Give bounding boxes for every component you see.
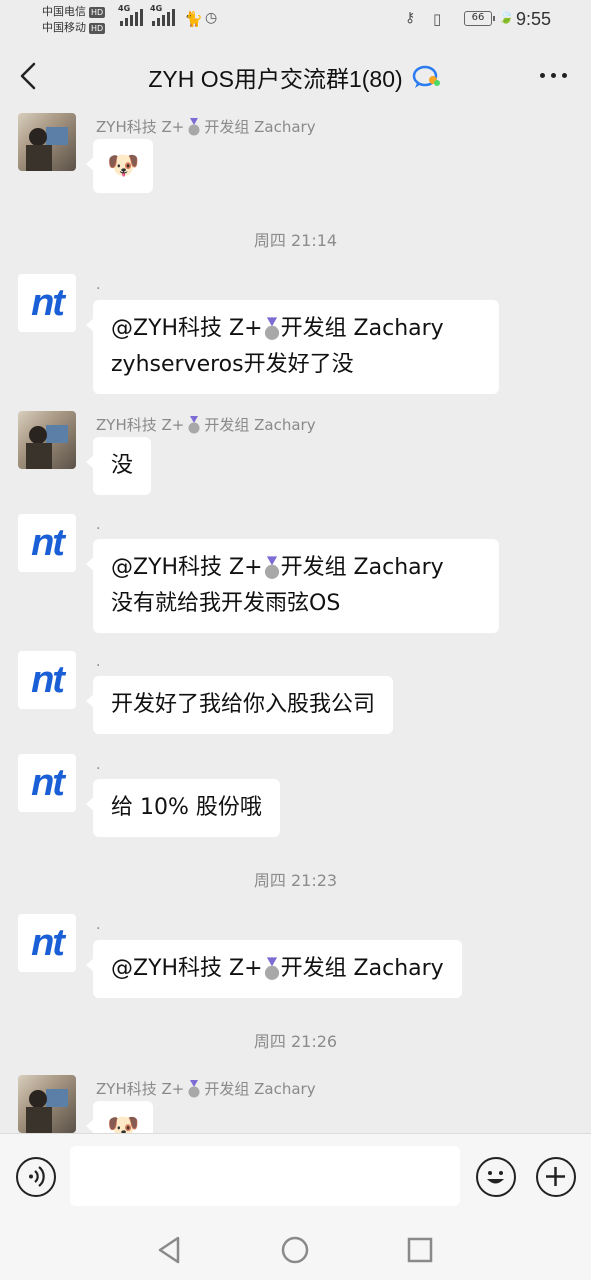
- message-bubble[interactable]: @ZYH科技 Z+ 开发组 Zachary: [86, 940, 462, 998]
- message-bubble[interactable]: @ZYH科技 Z+ 开发组 Zachary zyhserveros开发好了没: [86, 300, 499, 394]
- medal-icon: [264, 317, 279, 340]
- avatar-zachary[interactable]: [18, 113, 76, 171]
- chat-title: ZYH OS用户交流群1(80): [148, 66, 403, 92]
- nav-recents-icon[interactable]: [402, 1232, 438, 1268]
- signal-2-icon: 4G: [150, 4, 175, 26]
- leaf-icon: 🍃: [498, 10, 515, 25]
- alarm-icon: ◷: [205, 10, 218, 26]
- avatar-nt[interactable]: nt: [18, 514, 76, 572]
- timestamp: 周四 21:26: [253, 1032, 338, 1051]
- system-nav-bar: [0, 1220, 591, 1280]
- sticker-bubble[interactable]: 🐶: [85, 1101, 154, 1133]
- medal-icon: [188, 1079, 200, 1097]
- carrier-1: 中国电信: [42, 5, 86, 18]
- message-bubble[interactable]: 开发好了我给你入股我公司: [85, 676, 394, 734]
- avatar-nt[interactable]: nt: [18, 274, 76, 332]
- sender-name: .: [96, 917, 101, 933]
- message-list[interactable]: ZYH科技 Z+ 开发组 Zachary 🐶 周四 21:14 nt . @ZY…: [0, 110, 591, 1133]
- key-icon: ⚷: [405, 10, 416, 26]
- nav-back-icon[interactable]: [152, 1232, 188, 1268]
- avatar-nt[interactable]: nt: [18, 754, 76, 812]
- avatar-zachary[interactable]: [18, 411, 76, 469]
- medal-icon: [188, 117, 200, 135]
- avatar-nt[interactable]: nt: [18, 914, 76, 972]
- more-options-icon[interactable]: [533, 60, 573, 90]
- medal-icon: [188, 415, 200, 433]
- carrier-info: 中国电信 HD 中国移动 HD: [42, 4, 106, 36]
- chat-title-container: ZYH OS用户交流群1(80): [0, 60, 591, 94]
- sender-name: .: [96, 654, 101, 670]
- group-chat-icon[interactable]: [411, 63, 443, 91]
- sender-name: .: [96, 517, 101, 533]
- cat-icon: 🐈: [184, 10, 203, 28]
- signal-1-icon: 4G: [118, 4, 143, 26]
- emoji-icon[interactable]: [476, 1157, 516, 1197]
- sender-name: ZYH科技 Z+ 开发组 Zachary: [96, 415, 316, 434]
- status-bar: 中国电信 HD 中国移动 HD 4G 4G 🐈 ◷ ⚷ ▯ 66 🍃 9:55: [0, 0, 591, 40]
- avatar-nt[interactable]: nt: [18, 651, 76, 709]
- sender-name: ZYH科技 Z+ 开发组 Zachary: [96, 1079, 316, 1098]
- sender-name: .: [96, 757, 101, 773]
- message-input[interactable]: [70, 1146, 460, 1206]
- carrier-2: 中国移动: [42, 21, 86, 34]
- message-bubble[interactable]: @ZYH科技 Z+ 开发组 Zachary 没有就给我开发雨弦OS: [86, 539, 499, 633]
- timestamp: 周四 21:23: [253, 871, 338, 890]
- input-bar: [0, 1133, 591, 1220]
- voice-input-icon[interactable]: [16, 1157, 56, 1197]
- clock: 9:55: [516, 9, 552, 29]
- medal-icon: [264, 957, 279, 980]
- sticker-bubble[interactable]: 🐶: [85, 139, 154, 193]
- plus-icon[interactable]: [536, 1157, 576, 1197]
- timestamp: 周四 21:14: [253, 231, 338, 250]
- chat-header: ZYH OS用户交流群1(80): [0, 40, 591, 110]
- medal-icon: [264, 556, 279, 579]
- message-bubble[interactable]: 给 10% 股份哦: [86, 779, 280, 837]
- hd-badge-2: HD: [89, 22, 106, 34]
- sender-name: .: [96, 277, 101, 293]
- message-bubble[interactable]: 没: [85, 437, 152, 495]
- avatar-zachary[interactable]: [18, 1075, 76, 1133]
- nav-home-icon[interactable]: [277, 1232, 313, 1268]
- battery-icon: 66: [464, 11, 495, 26]
- hd-badge-1: HD: [89, 6, 106, 18]
- sender-name: ZYH科技 Z+ 开发组 Zachary: [96, 117, 316, 136]
- vibrate-icon: ▯: [433, 10, 442, 28]
